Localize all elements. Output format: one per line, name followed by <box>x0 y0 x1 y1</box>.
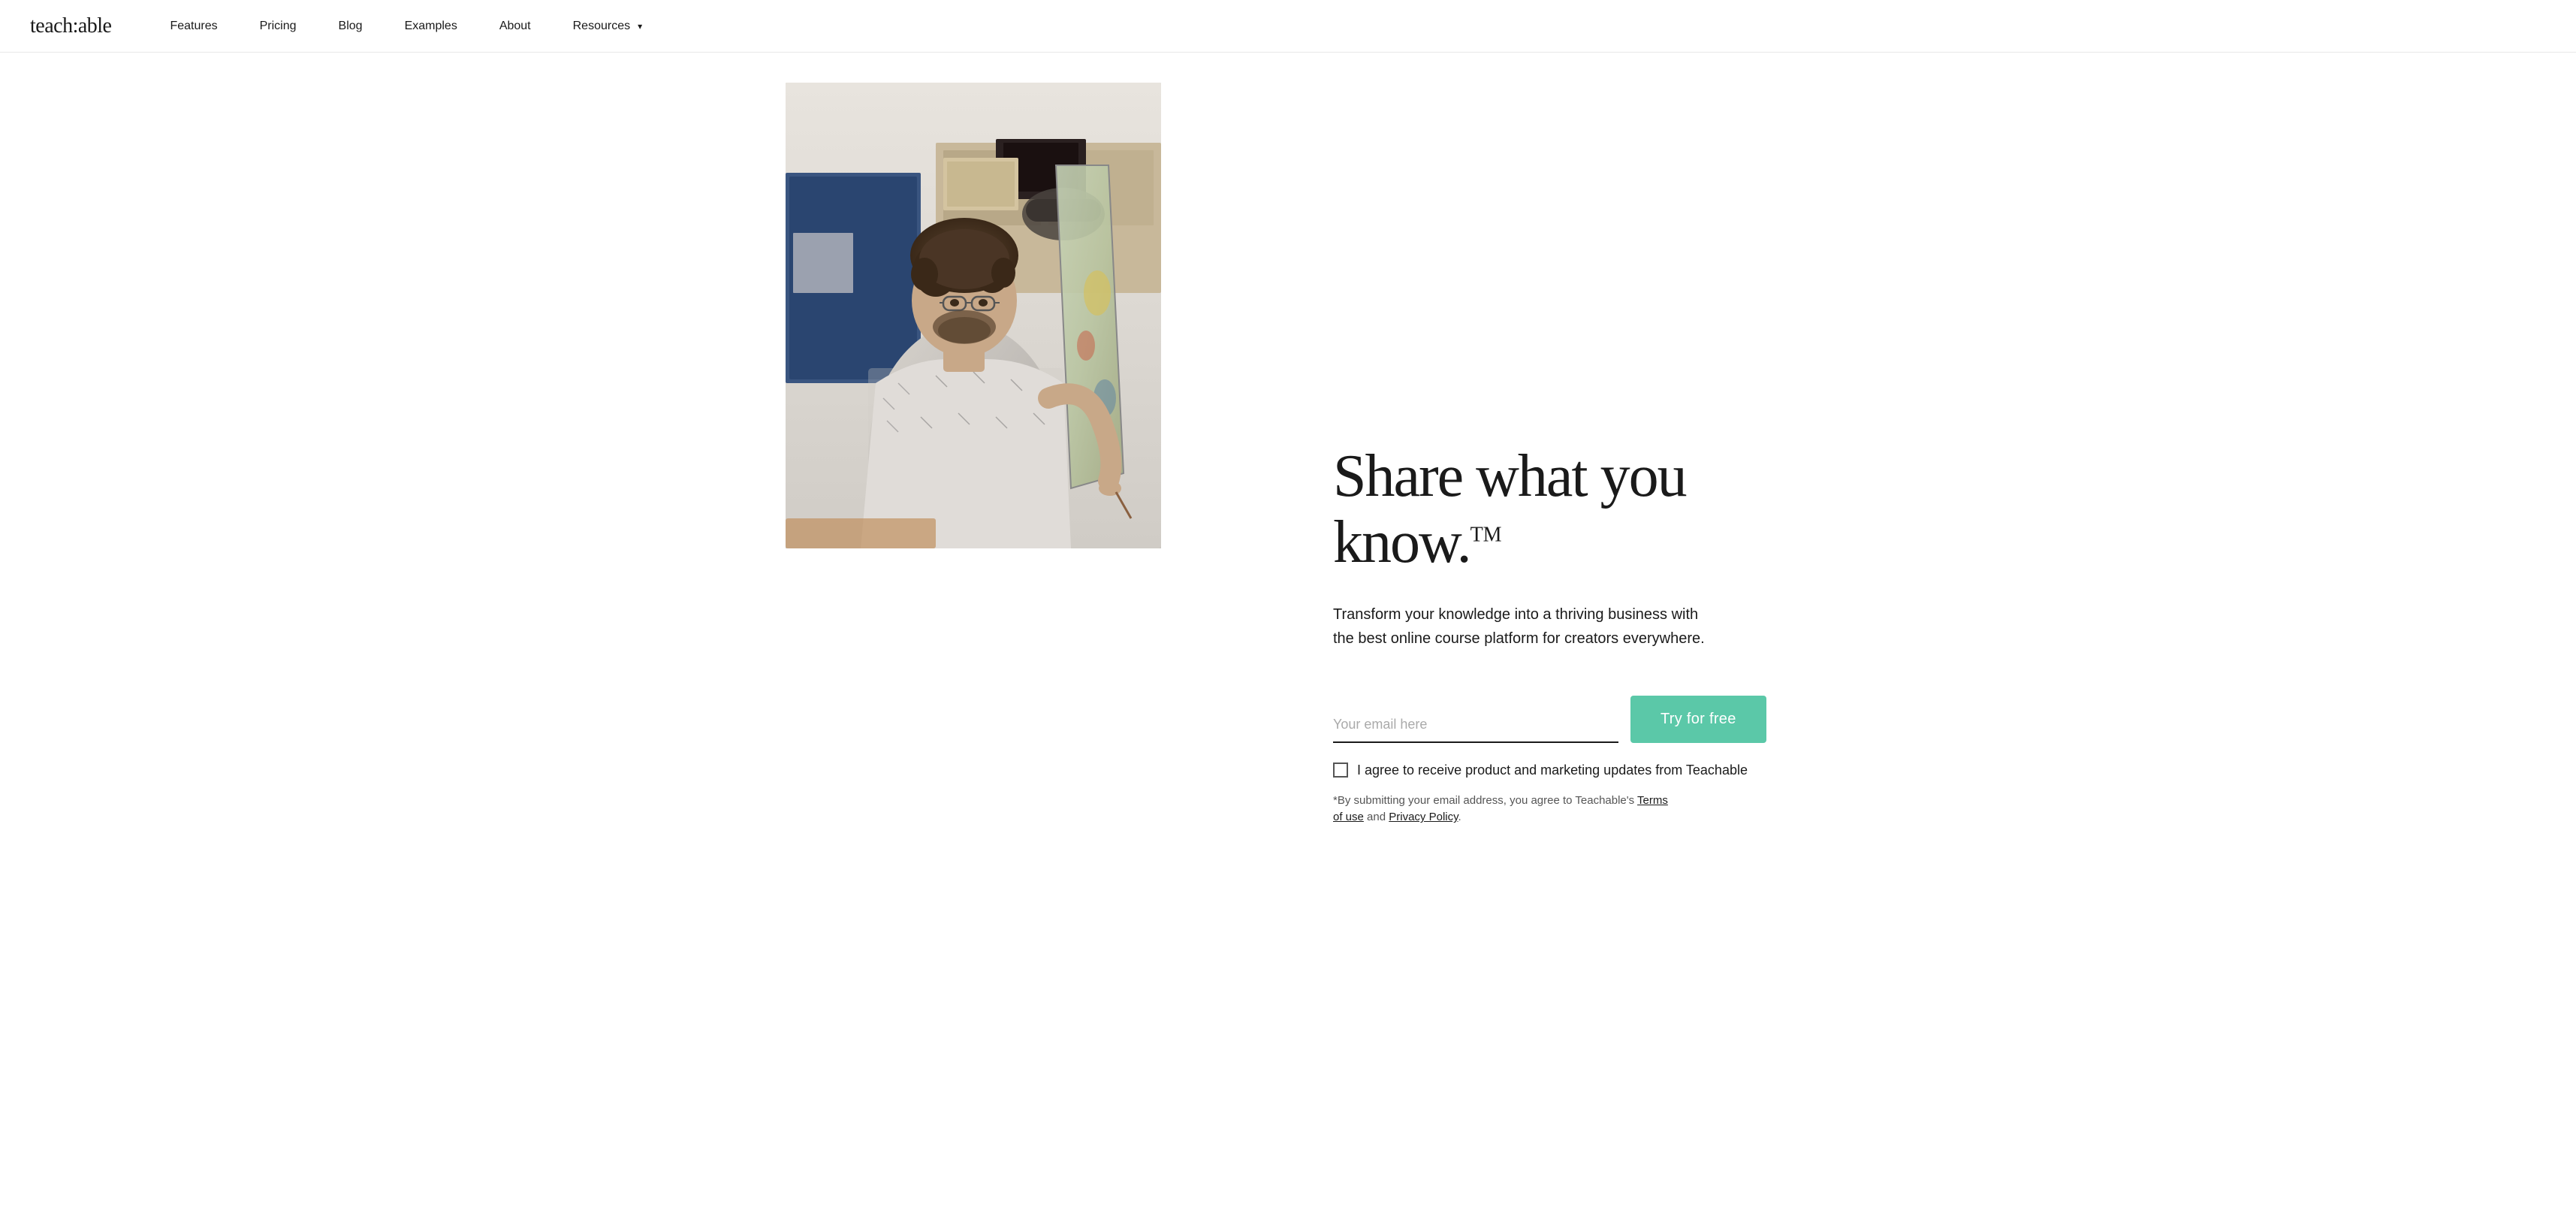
logo-text: teach:able <box>30 14 111 38</box>
email-input-wrapper <box>1333 714 1618 743</box>
fine-print-mid: and <box>1364 811 1389 823</box>
hero-title-tm: TM <box>1470 524 1502 547</box>
nav-pricing[interactable]: Pricing <box>239 0 318 53</box>
privacy-link[interactable]: Privacy Policy <box>1389 811 1458 823</box>
nav-blog[interactable]: Blog <box>318 0 384 53</box>
hero-text-section: Share what you know.TM Transform your kn… <box>1288 53 1932 1217</box>
consent-label: I agree to receive product and marketing… <box>1357 761 1748 780</box>
nav-features[interactable]: Features <box>149 0 238 53</box>
hero-image <box>786 83 1161 548</box>
hero-title-line2: know. <box>1333 509 1470 575</box>
hero-title: Share what you know.TM <box>1333 443 1842 575</box>
hero-image-section <box>644 53 1289 1217</box>
email-input[interactable] <box>1333 714 1618 735</box>
hero-title-line1: Share what you <box>1333 443 1686 509</box>
nav-examples[interactable]: Examples <box>384 0 478 53</box>
nav-about[interactable]: About <box>478 0 552 53</box>
consent-row: I agree to receive product and marketing… <box>1333 761 1842 780</box>
main-nav: Features Pricing Blog Examples About Res… <box>149 0 2546 53</box>
nav-resources[interactable]: Resources ▾ <box>552 0 664 53</box>
hero-subtitle: Transform your knowledge into a thriving… <box>1333 602 1709 651</box>
try-for-free-button[interactable]: Try for free <box>1630 696 1766 743</box>
fine-print-end: . <box>1458 811 1461 823</box>
fine-print: *By submitting your email address, you a… <box>1333 793 1679 826</box>
consent-checkbox[interactable] <box>1333 763 1348 778</box>
main-content: Share what you know.TM Transform your kn… <box>644 53 1932 1217</box>
email-form: Try for free <box>1333 696 1842 743</box>
logo[interactable]: teach:able <box>30 14 111 38</box>
fine-print-before: *By submitting your email address, you a… <box>1333 794 1637 807</box>
hero-image-svg <box>786 83 1161 548</box>
resources-dropdown-icon: ▾ <box>638 21 642 32</box>
header: teach:able Features Pricing Blog Example… <box>0 0 2576 53</box>
